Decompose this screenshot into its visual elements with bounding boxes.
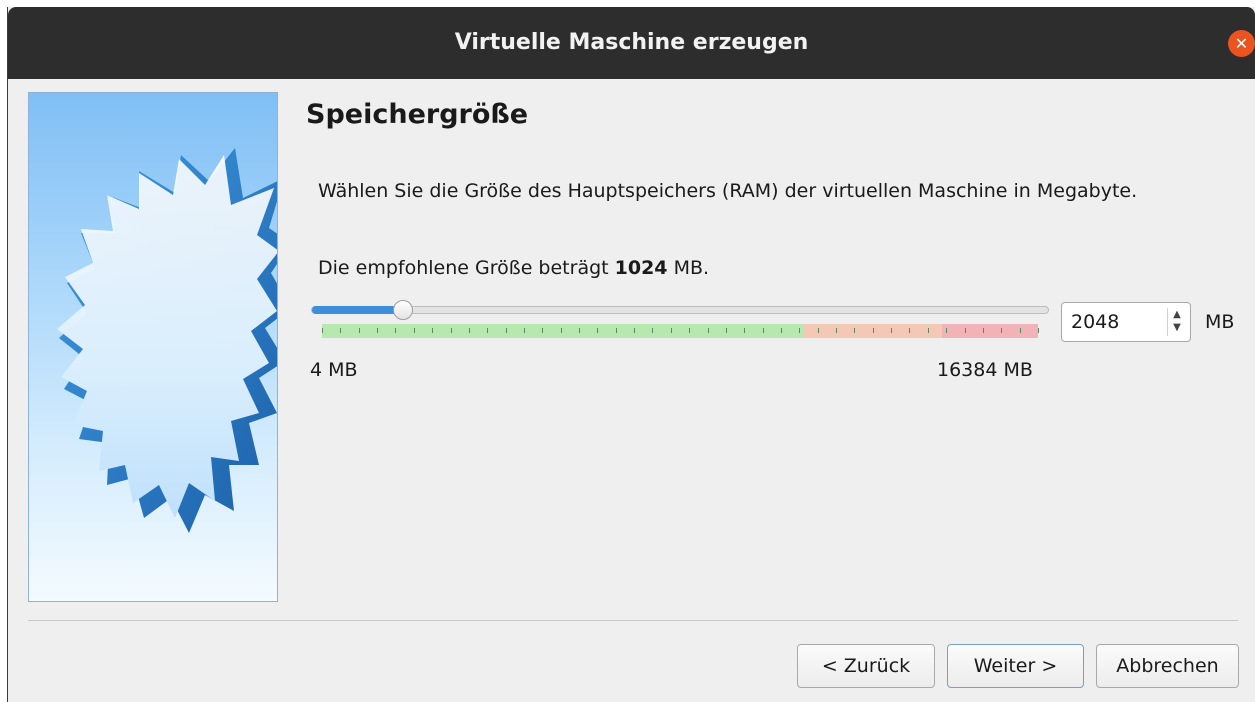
wizard-side-image (28, 92, 278, 602)
scale-tick (451, 328, 452, 333)
slider-fill (312, 306, 404, 314)
close-icon[interactable]: ✕ (1228, 30, 1255, 57)
scale-tick (506, 328, 507, 333)
scale-tick (763, 328, 764, 333)
scale-tick (542, 328, 543, 333)
memory-unit-label: MB (1205, 311, 1235, 333)
scale-tick (432, 328, 433, 333)
scale-danger-zone (942, 324, 1038, 338)
scale-tick (891, 328, 892, 333)
scale-tick (708, 328, 709, 333)
scale-tick (744, 328, 745, 333)
scale-tick (395, 328, 396, 333)
scale-tick (854, 328, 855, 333)
scale-tick (1001, 328, 1002, 333)
title-bar[interactable]: Virtuelle Maschine erzeugen ✕ (8, 7, 1255, 79)
scale-tick (689, 328, 690, 333)
recommend-prefix: Die empfohlene Größe beträgt (318, 257, 615, 279)
next-button[interactable]: Weiter > (947, 644, 1084, 688)
scale-tick (818, 328, 819, 333)
scale-tick (1038, 328, 1039, 333)
scale-tick (1020, 328, 1021, 333)
scale-tick (781, 328, 782, 333)
memory-value-input[interactable]: 2048 (1071, 311, 1119, 333)
scale-tick (983, 328, 984, 333)
scale-tick (946, 328, 947, 333)
scale-tick (652, 328, 653, 333)
scale-tick (561, 328, 562, 333)
page-description: Wählen Sie die Größe des Hauptspeichers … (318, 180, 1138, 202)
scale-tick (726, 328, 727, 333)
memory-spinbox[interactable]: 2048 ▲ ▼ (1061, 302, 1191, 342)
scale-tick (597, 328, 598, 333)
scale-tick (671, 328, 672, 333)
window-title: Virtuelle Maschine erzeugen (454, 30, 809, 55)
scale-tick (359, 328, 360, 333)
scale-tick (322, 328, 323, 333)
scale-tick (579, 328, 580, 333)
scale-tick (469, 328, 470, 333)
cancel-button[interactable]: Abbrechen (1096, 644, 1239, 688)
scale-tick (634, 328, 635, 333)
scale-tick (928, 328, 929, 333)
scale-tick (524, 328, 525, 333)
slider-max-label: 16384 MB (937, 359, 1033, 381)
scale-tick (909, 328, 910, 333)
back-button[interactable]: < Zurück (797, 644, 935, 688)
footer-separator (28, 620, 1238, 621)
scale-tick (965, 328, 966, 333)
scale-tick (836, 328, 837, 333)
scale-tick (616, 328, 617, 333)
memory-slider[interactable] (311, 306, 1049, 314)
scale-tick (414, 328, 415, 333)
scale-tick (377, 328, 378, 333)
scale-tick (340, 328, 341, 333)
recommend-value: 1024 (614, 257, 668, 279)
slider-min-label: 4 MB (310, 359, 358, 381)
spin-arrows-icon[interactable]: ▲ ▼ (1167, 308, 1186, 336)
page-heading: Speichergröße (306, 99, 529, 130)
dialog-window: Virtuelle Maschine erzeugen ✕ Speichergr… (7, 7, 1255, 702)
recommended-size-text: Die empfohlene Größe beträgt 1024 MB. (318, 257, 709, 279)
scale-tick (873, 328, 874, 333)
memory-slider-handle[interactable] (393, 300, 413, 320)
memory-scale-bar (322, 324, 1039, 338)
recommend-suffix: MB. (667, 257, 710, 279)
scale-tick (799, 328, 800, 333)
scale-tick (487, 328, 488, 333)
